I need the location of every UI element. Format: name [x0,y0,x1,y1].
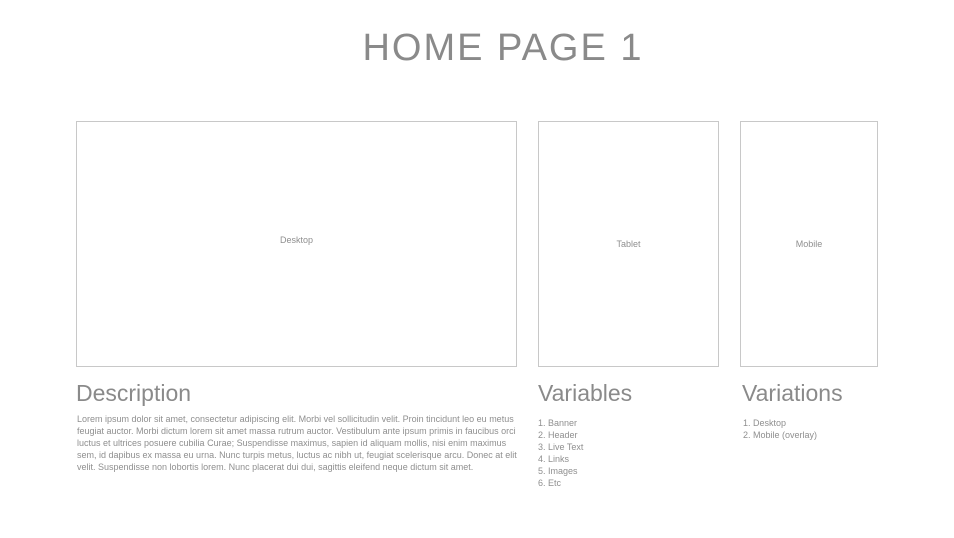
list-item: 1. Banner [538,418,578,428]
variables-heading: Variables [538,380,633,406]
description-text: Lorem ipsum dolor sit amet, consectetur … [77,414,517,472]
list-item: 2. Header [538,430,578,440]
list-item: 2. Mobile (overlay) [743,430,818,440]
list-item: 3. Live Text [538,442,584,452]
mobile-frame-label: Mobile [795,239,823,249]
description-heading: Description [76,380,192,406]
wireframe-page: HOME PAGE 1 Desktop Tablet Mobile Descri… [0,0,954,538]
desktop-frame-label: Desktop [279,235,314,245]
desktop-frame: Desktop [76,121,517,367]
tablet-frame: Tablet [538,121,719,367]
list-item: 4. Links [538,454,570,464]
list-item: 6. Etc [538,478,562,488]
tablet-frame-label: Tablet [616,239,641,249]
list-item: 1. Desktop [743,418,787,428]
variations-heading: Variations [742,380,843,406]
page-title: HOME PAGE 1 [362,27,644,69]
mobile-frame: Mobile [740,121,878,367]
list-item: 5. Images [538,466,578,476]
variables-list: 1. Banner 2. Header 3. Live Text 4. Link… [538,417,583,489]
variations-list: 1. Desktop 2. Mobile (overlay) [743,417,817,441]
